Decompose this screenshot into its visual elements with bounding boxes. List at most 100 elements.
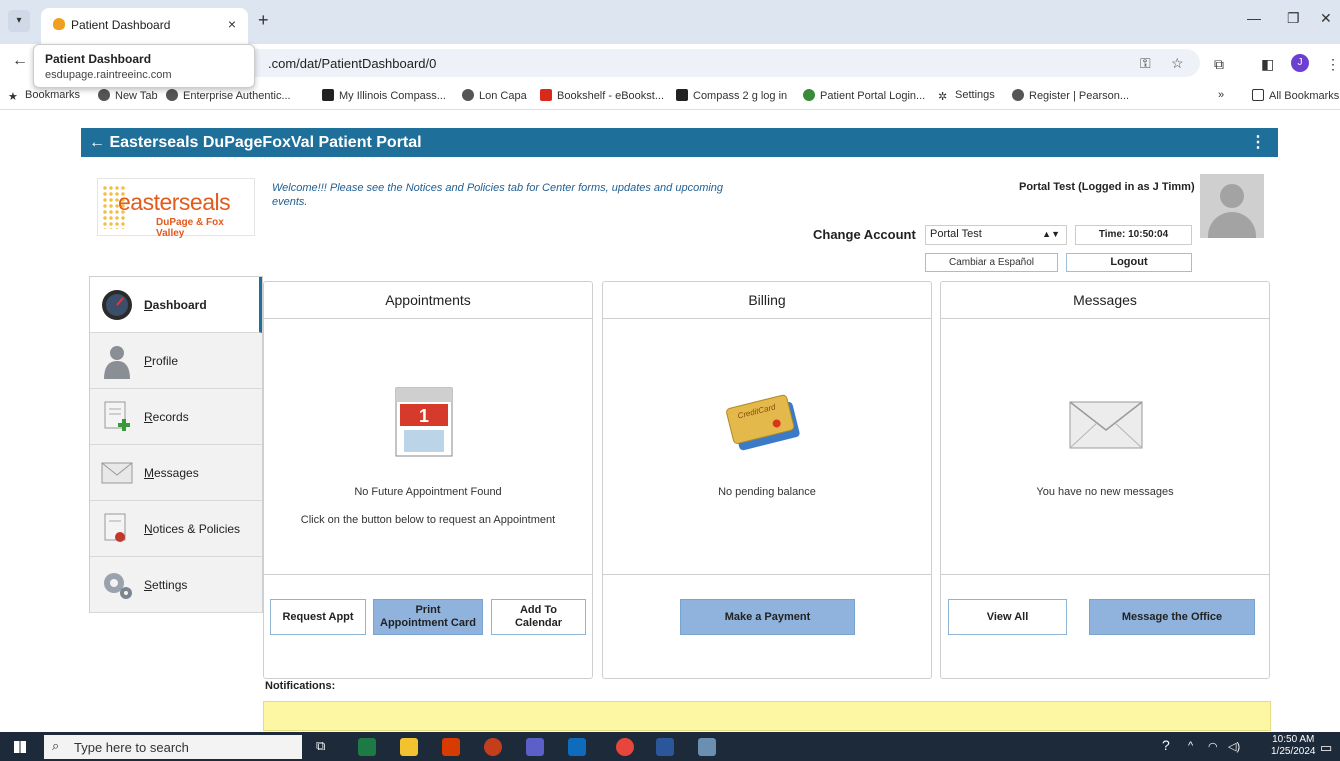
bookmark-enterprise[interactable]: Enterprise Authentic... [166,89,291,102]
tab-search-icon[interactable]: ▾ [8,10,30,32]
bookmark-bookshelf[interactable]: Bookshelf - eBookst... [540,89,664,102]
sidebar-nav: Dashboard Profile Records Messages Notic… [89,276,263,613]
chrome-icon[interactable] [616,738,634,756]
store-icon[interactable] [442,738,460,756]
restore-icon[interactable]: ❐ [1287,10,1300,27]
document-add-icon [104,401,130,431]
messages-panel: Messages You have no new messages View A… [940,281,1270,679]
bookmark-illinois-compass[interactable]: My Illinois Compass... [322,89,446,102]
sidebar-item-records[interactable]: Records [90,389,262,445]
sidebar-item-settings[interactable]: Settings [90,557,262,613]
bookmark-new-tab[interactable]: New Tab [98,89,158,102]
portal-icon [803,89,815,101]
svg-text:1: 1 [419,406,429,426]
help-icon[interactable]: ? [1162,737,1170,753]
tab-close-icon[interactable]: × [228,16,236,32]
word-icon[interactable] [656,738,674,756]
new-tab-icon[interactable]: + [258,10,269,31]
portal-menu-icon[interactable]: ⋮ [1250,132,1266,152]
clock-time: 10:50 AM [1272,734,1315,745]
star-icon[interactable]: ☆ [1171,55,1184,72]
message-office-button[interactable]: Message the Office [1089,599,1255,635]
logged-in-status: Portal Test (Logged in as J Timm) [1019,181,1195,193]
account-select-value: Portal Test [930,228,982,240]
favicon-icon [53,18,65,30]
calendar-icon: 1 [395,387,453,457]
key-icon[interactable]: ⚿ [1140,55,1151,72]
tab-title: Patient Dashboard [71,18,171,32]
billing-divider [603,574,931,575]
back-arrow-icon[interactable]: ← [12,52,28,70]
logo-main-text: easterseals [118,189,231,215]
sidebar-item-dashboard[interactable]: Dashboard [90,277,262,333]
bookmark-register-pearson[interactable]: Register | Pearson... [1012,89,1129,102]
minimize-icon[interactable]: — [1247,10,1261,26]
avatar-head-icon [1220,184,1244,208]
change-account-label: Change Account [813,227,916,242]
request-appt-button[interactable]: Request Appt [270,599,366,635]
appointments-panel: Appointments 1 No Future Appointment Fou… [263,281,593,679]
bookmark-settings[interactable]: ✲ Settings [938,89,995,103]
globe-icon [1012,89,1024,101]
tooltip-url: esdupage.raintreeinc.com [45,69,172,81]
person-icon [104,346,130,379]
view-all-button[interactable]: View All [948,599,1067,635]
excel-icon[interactable] [358,738,376,756]
globe-icon [462,89,474,101]
envelope-icon [101,462,133,484]
wifi-icon[interactable]: ◠ [1208,740,1218,753]
messages-divider [941,574,1269,575]
bookmarks-overflow-icon[interactable]: » [1218,89,1224,101]
taskbar-search-input[interactable]: ⌕ Type here to search [44,735,302,759]
outlook-icon[interactable] [568,738,586,756]
powerpoint-icon[interactable] [484,738,502,756]
billing-title: Billing [603,282,931,319]
teams-icon[interactable] [526,738,544,756]
close-window-icon[interactable]: ✕ [1320,10,1332,27]
print-appointment-card-button[interactable]: Print Appointment Card [373,599,483,635]
chevron-up-icon[interactable]: ^ [1188,740,1193,752]
sidebar-item-notices[interactable]: Notices & Policies [90,501,262,557]
messages-title: Messages [941,282,1269,319]
all-bookmarks[interactable]: All Bookmarks [1252,89,1339,102]
app-icon[interactable] [698,738,716,756]
profile-avatar-icon[interactable]: J [1291,54,1309,72]
sidepanel-icon[interactable]: ◧ [1261,56,1274,73]
bookmarks-star-item[interactable]: ★ Bookmarks [8,89,80,103]
portal-title-text: Easterseals DuPageFoxVal Patient Portal [109,134,422,151]
logout-button[interactable]: Logout [1066,253,1192,272]
bookmark-compass2[interactable]: Compass 2 g log in [676,89,787,102]
portal-title[interactable]: ← Easterseals DuPageFoxVal Patient Porta… [89,134,422,152]
request-instruction-text: Click on the button below to request an … [300,514,556,526]
globe-icon [166,89,178,101]
task-view-icon[interactable]: ⧉ [316,738,334,756]
bookmark-lon-capa[interactable]: Lon Capa [462,89,527,102]
welcome-message: Welcome!!! Please see the Notices and Po… [272,182,724,208]
speaker-icon[interactable]: ◁) [1228,740,1240,753]
bookmark-patient-portal[interactable]: Patient Portal Login... [803,89,925,102]
sidebar-item-profile[interactable]: Profile [90,333,262,389]
add-to-calendar-button[interactable]: Add To Calendar [491,599,586,635]
browser-menu-icon[interactable]: ⋮ [1326,56,1340,73]
back-arrow-icon[interactable]: ← [89,134,105,151]
sidebar-item-messages[interactable]: Messages [90,445,262,501]
billing-panel: Billing CreditCard No pending balance Ma… [602,281,932,679]
blackboard-icon [322,89,334,101]
tab-patient-dashboard[interactable]: Patient Dashboard × [41,8,248,44]
sidebar-label-records: Records [144,410,189,424]
spanish-button[interactable]: Cambiar a Español [925,253,1058,272]
appointments-title: Appointments [264,282,592,319]
sidebar-label-messages: Messages [144,466,199,480]
windows-start-icon[interactable] [14,741,26,753]
account-select[interactable]: Portal Test ▲▼ [925,225,1067,245]
file-explorer-icon[interactable] [400,738,418,756]
make-payment-button[interactable]: Make a Payment [680,599,855,635]
envelope-icon [1069,401,1143,449]
notifications-icon[interactable]: ▭ [1320,740,1332,756]
bookmark-star-icon: ★ [8,91,18,103]
gear-icon: ✲ [938,91,948,103]
tab-tooltip: Patient Dashboard esdupage.raintreeinc.c… [33,44,255,88]
avatar-body-icon [1208,212,1256,238]
clock[interactable]: 10:50 AM 1/25/2024 [1271,734,1316,758]
extensions-icon[interactable]: ⧉ [1214,56,1224,73]
